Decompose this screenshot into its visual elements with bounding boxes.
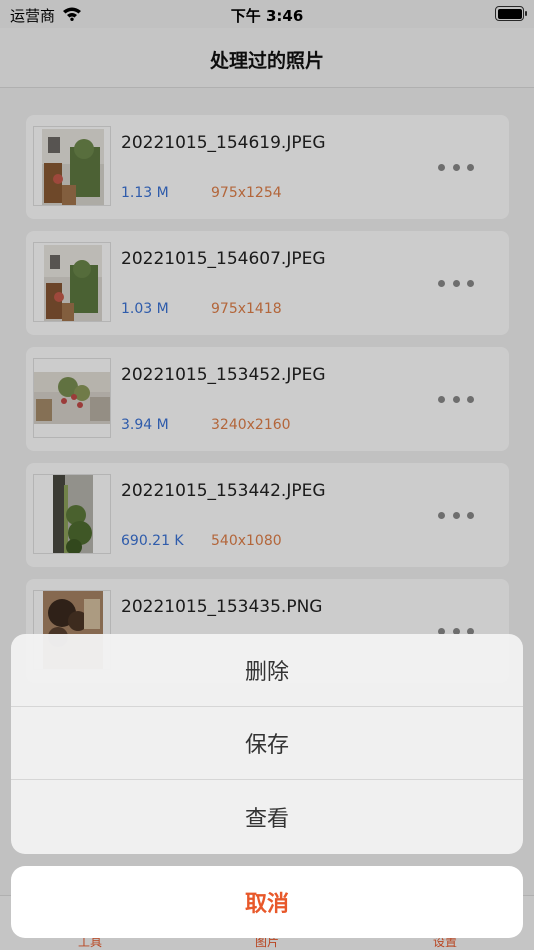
save-button[interactable]: 保存 (11, 707, 523, 780)
cancel-button[interactable]: 取消 (11, 866, 523, 938)
screen: 运营商 下午 3:46 处理过的照片 20221015_154619.JPEG … (0, 0, 534, 950)
view-button[interactable]: 查看 (11, 780, 523, 853)
delete-button[interactable]: 删除 (11, 634, 523, 707)
action-sheet: 删除 保存 查看 (11, 634, 523, 854)
